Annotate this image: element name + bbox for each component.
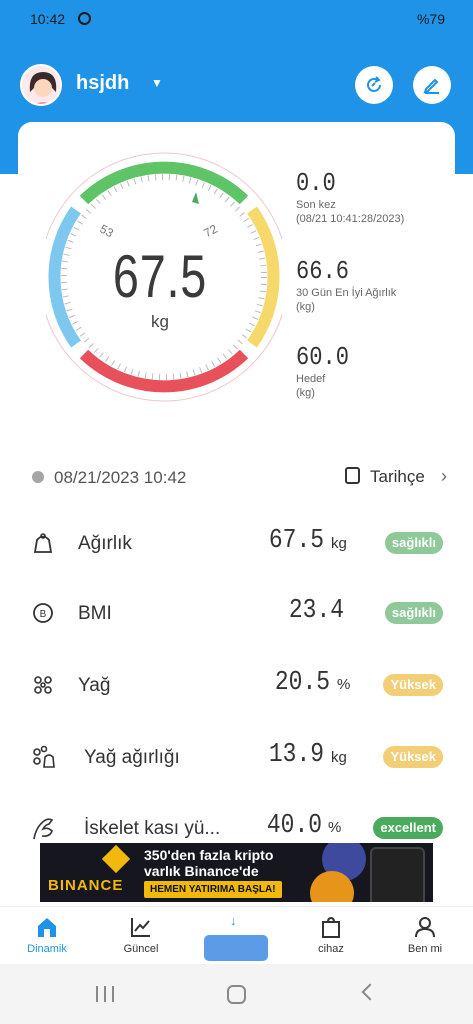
metric-unit: kg bbox=[331, 749, 347, 766]
status-badge: excellent bbox=[373, 817, 443, 839]
fat-weight-icon bbox=[33, 745, 55, 768]
stat-target-label: Hedef bbox=[296, 373, 326, 385]
tab-ben-mi[interactable]: Ben mi bbox=[390, 911, 460, 963]
tab-label: Güncel bbox=[123, 943, 159, 955]
metric-value: 13.9 bbox=[268, 740, 324, 770]
history-link[interactable]: Tarihçe bbox=[370, 467, 425, 487]
stat-target-unit: (kg) bbox=[296, 387, 315, 399]
status-badge: sağlıklı bbox=[384, 532, 443, 554]
metric-unit: kg bbox=[331, 535, 347, 552]
username[interactable]: hsjdh bbox=[76, 72, 129, 95]
phone-image bbox=[370, 847, 425, 902]
metric-value: 67.5 bbox=[268, 526, 324, 556]
status-bar: 10:42 %79 bbox=[0, 0, 473, 36]
metric-name: Ağırlık bbox=[78, 533, 132, 554]
edit-icon bbox=[423, 78, 439, 94]
whatsapp-icon bbox=[78, 12, 91, 25]
bag-icon bbox=[322, 916, 340, 938]
refresh-icon bbox=[367, 76, 381, 92]
fat-icon bbox=[34, 676, 52, 694]
history-icon[interactable] bbox=[345, 467, 360, 484]
scale-measure-button[interactable] bbox=[204, 935, 268, 961]
stat-best30-label: 30 Gün En İyi Ağırlık bbox=[296, 287, 397, 299]
status-badge: Yüksek bbox=[383, 746, 443, 768]
metric-value: 40.0 bbox=[266, 811, 322, 841]
clock-icon bbox=[32, 471, 44, 483]
stat-last-value: 0.0 bbox=[296, 168, 336, 198]
home-button-icon[interactable] bbox=[227, 985, 246, 1004]
metric-row-skeletal-muscle[interactable]: İskelet kası yü... 40.0 % excellent bbox=[0, 807, 473, 847]
weight-icon bbox=[33, 533, 53, 553]
metric-name: BMI bbox=[78, 603, 112, 624]
chevron-right-icon[interactable]: › bbox=[441, 466, 447, 487]
metric-name: Yağ bbox=[78, 675, 111, 696]
current-weight-value: 67.5 bbox=[112, 243, 208, 310]
chart-icon bbox=[131, 918, 150, 937]
arrow-down-icon[interactable]: ↓ bbox=[230, 913, 237, 928]
current-weight-unit: kg bbox=[151, 312, 169, 331]
stat-best30-unit: (kg) bbox=[296, 301, 315, 313]
tab-dinamik[interactable]: Dinamik bbox=[12, 911, 82, 963]
person-icon bbox=[415, 917, 435, 938]
metric-name: Yağ ağırlığı bbox=[84, 747, 180, 768]
bmi-icon: B bbox=[33, 603, 53, 623]
ad-line-2: varlık Binance'de bbox=[144, 863, 259, 879]
record-row: 08/21/2023 10:42 Tarihçe › bbox=[0, 464, 473, 492]
status-badge: Yüksek bbox=[383, 674, 443, 696]
system-nav-bar bbox=[0, 964, 473, 1024]
tab-label: cihaz bbox=[318, 943, 344, 955]
stat-last-label: Son kez bbox=[296, 199, 336, 211]
metric-value: 20.5 bbox=[274, 668, 330, 698]
ad-line-1: 350'den fazla kripto bbox=[144, 847, 274, 863]
svg-text:B: B bbox=[40, 609, 47, 620]
bottom-tab-bar: Dinamik Güncel ↓ cihaz Ben mi bbox=[0, 906, 473, 964]
stat-target-value: 60.0 bbox=[296, 342, 350, 372]
back-icon[interactable] bbox=[361, 983, 379, 1001]
ad-cta-button[interactable]: HEMEN YATIRIMA BAŞLA! bbox=[144, 881, 282, 898]
metric-value: 23.4 bbox=[288, 596, 344, 626]
chevron-down-icon[interactable]: ▼ bbox=[151, 76, 163, 90]
avatar[interactable] bbox=[20, 64, 62, 106]
refresh-button[interactable] bbox=[355, 66, 393, 104]
tab-guncel[interactable]: Güncel bbox=[106, 911, 176, 963]
edit-button[interactable] bbox=[413, 66, 451, 104]
record-datetime: 08/21/2023 10:42 bbox=[54, 468, 187, 487]
metric-row-fat-weight[interactable]: Yağ ağırlığı 13.9 kg Yüksek bbox=[0, 736, 473, 776]
ad-brand: BINANCE bbox=[48, 877, 124, 894]
stat-target: 60.0 Hedef (kg) bbox=[296, 342, 358, 400]
stat-best30-value: 66.6 bbox=[296, 256, 350, 286]
stat-last: 0.0 Son kez (08/21 10:41:28/2023) bbox=[296, 168, 404, 226]
status-badge: sağlıklı bbox=[384, 602, 443, 624]
metric-unit: % bbox=[328, 819, 342, 836]
binance-logo-icon bbox=[101, 844, 131, 874]
metric-row-bmi[interactable]: B BMI 23.4 sağlıklı bbox=[0, 592, 473, 632]
recent-apps-icon[interactable] bbox=[96, 986, 114, 1002]
home-icon bbox=[38, 918, 56, 937]
ad-banner[interactable]: BINANCE 350'den fazla kripto varlık Bina… bbox=[40, 843, 433, 902]
status-time: 10:42 bbox=[30, 11, 66, 27]
status-battery: %79 bbox=[416, 11, 445, 27]
tab-cihaz[interactable]: cihaz bbox=[296, 911, 366, 963]
metric-name: İskelet kası yü... bbox=[84, 818, 221, 839]
metric-unit: % bbox=[337, 676, 351, 693]
stat-last-time: (08/21 10:41:28/2023) bbox=[296, 213, 405, 225]
stat-best30: 66.6 30 Gün En İyi Ağırlık (kg) bbox=[296, 256, 396, 314]
gauge-pointer bbox=[192, 192, 199, 204]
tab-label: Dinamik bbox=[27, 943, 67, 955]
muscle-icon bbox=[33, 818, 54, 840]
metric-row-weight[interactable]: Ağırlık 67.5 kg sağlıklı bbox=[0, 522, 473, 562]
metric-row-fat[interactable]: Yağ 20.5 % Yüksek bbox=[0, 664, 473, 704]
tab-label: Ben mi bbox=[407, 943, 443, 955]
